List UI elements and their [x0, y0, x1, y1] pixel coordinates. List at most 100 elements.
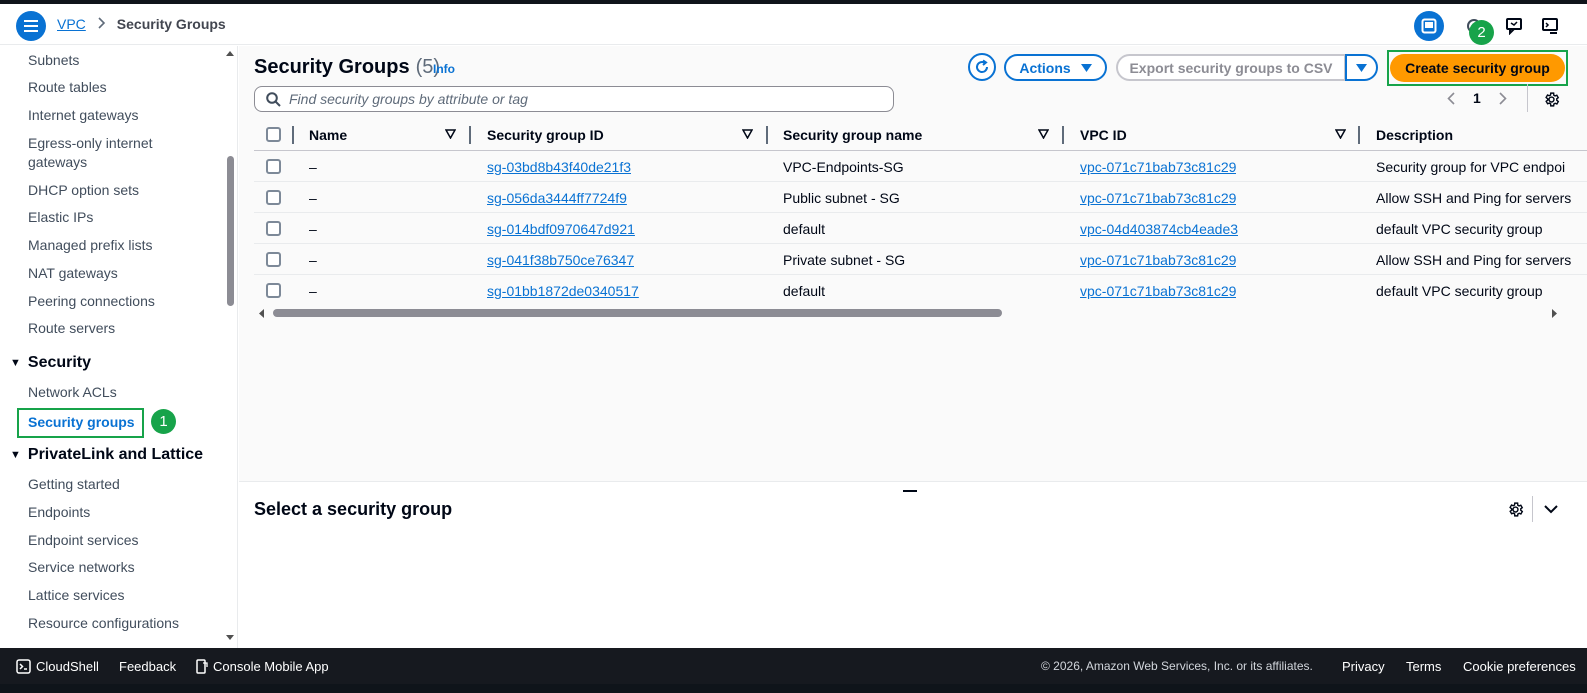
refresh-button[interactable]	[968, 53, 996, 81]
table-row[interactable]: – sg-056da3444ff7724f9 Public subnet - S…	[254, 182, 1587, 213]
select-all-checkbox[interactable]	[266, 127, 281, 142]
console-mobile-app-link[interactable]: Console Mobile App	[196, 659, 329, 674]
nav-item-subnets[interactable]: Subnets	[28, 50, 79, 70]
feedback-icon	[1506, 18, 1522, 35]
sidebar-scrollbar[interactable]	[225, 46, 235, 646]
nav-item-getting-started[interactable]: Getting started	[28, 474, 120, 494]
annotation-badge-2: 2	[1469, 20, 1494, 45]
chevron-left-icon[interactable]	[1447, 91, 1455, 105]
table-scroll-thumb[interactable]	[273, 309, 1002, 317]
export-csv-button[interactable]: Export security groups to CSV	[1116, 54, 1346, 81]
row-checkbox[interactable]	[266, 159, 281, 174]
privacy-link[interactable]: Privacy	[1342, 659, 1385, 674]
sidebar-scroll-thumb[interactable]	[227, 156, 234, 306]
sort-icon[interactable]	[445, 129, 456, 139]
table-row[interactable]: – sg-03bd8b43f40de21f3 VPC-Endpoints-SG …	[254, 151, 1587, 182]
row-checkbox[interactable]	[266, 221, 281, 236]
nav-item-route-servers[interactable]: Route servers	[28, 318, 115, 338]
cell-sg-id-link[interactable]: sg-014bdf0970647d921	[487, 221, 635, 237]
cloudshell-header-icon	[1542, 18, 1558, 34]
terms-link[interactable]: Terms	[1406, 659, 1441, 674]
column-divider	[292, 126, 294, 144]
menu-icon	[24, 20, 38, 32]
export-options-dropdown[interactable]	[1345, 54, 1378, 81]
nav-section-privatelink[interactable]: ▼ PrivateLink and Lattice	[10, 446, 203, 464]
nav-item-nat-gateways[interactable]: NAT gateways	[28, 263, 118, 283]
nav-item-managed-prefix-lists[interactable]: Managed prefix lists	[28, 235, 153, 255]
table-preferences-button[interactable]	[1542, 90, 1560, 108]
table-row[interactable]: – sg-01bb1872de0340517 default vpc-071c7…	[254, 275, 1587, 306]
search-input[interactable]	[289, 91, 879, 107]
create-security-group-button[interactable]: Create security group	[1390, 54, 1565, 82]
cell-vpc-id-link[interactable]: vpc-071c71bab73c81c29	[1080, 283, 1236, 299]
nav-item-dhcp-option-sets[interactable]: DHCP option sets	[28, 180, 139, 200]
nav-item-security-groups[interactable]: Security groups	[17, 408, 144, 438]
actions-dropdown[interactable]: Actions	[1004, 54, 1107, 81]
cell-vpc-id-link[interactable]: vpc-071c71bab73c81c29	[1080, 190, 1236, 206]
cloudshell-header-button[interactable]	[1535, 11, 1565, 41]
nav-item-route-tables[interactable]: Route tables	[28, 77, 107, 97]
column-header-name[interactable]: Name	[309, 127, 347, 143]
nav-item-network-acls[interactable]: Network ACLs	[28, 382, 117, 402]
nav-section-privatelink-label: PrivateLink and Lattice	[27, 446, 204, 463]
caret-down-icon	[1356, 63, 1367, 72]
nav-item-peering-connections[interactable]: Peering connections	[28, 291, 155, 311]
cookie-preferences-link[interactable]: Cookie preferences	[1463, 659, 1576, 674]
nav-item-endpoints[interactable]: Endpoints	[28, 502, 90, 522]
column-header-vpc-id[interactable]: VPC ID	[1080, 127, 1127, 143]
top-navigation: VPC Security Groups 2	[0, 4, 1587, 45]
row-checkbox[interactable]	[266, 190, 281, 205]
cell-name: –	[309, 252, 317, 268]
column-header-sg-id[interactable]: Security group ID	[487, 127, 604, 143]
nav-item-egress-only-line1[interactable]: Egress-only internet	[28, 133, 153, 153]
nav-item-internet-gateways[interactable]: Internet gateways	[28, 105, 139, 125]
feedback-link[interactable]: Feedback	[119, 659, 176, 674]
row-checkbox[interactable]	[266, 252, 281, 267]
cell-description: default VPC security group	[1376, 283, 1543, 299]
divider	[1532, 496, 1533, 522]
column-header-description[interactable]: Description	[1376, 127, 1453, 143]
chevron-down-icon	[1544, 504, 1558, 513]
nav-item-resource-configurations[interactable]: Resource configurations	[28, 613, 179, 633]
cloudshell-button[interactable]: CloudShell	[16, 659, 99, 674]
nav-item-lattice-services[interactable]: Lattice services	[28, 585, 124, 605]
security-groups-panel: Security Groups (5) Info Actions Export s…	[239, 46, 1587, 481]
nav-item-elastic-ips[interactable]: Elastic IPs	[28, 207, 93, 227]
row-checkbox[interactable]	[266, 283, 281, 298]
cell-vpc-id-link[interactable]: vpc-071c71bab73c81c29	[1080, 159, 1236, 175]
pagination: 1	[1447, 90, 1507, 106]
search-field[interactable]	[254, 86, 894, 112]
nav-item-service-networks[interactable]: Service networks	[28, 557, 135, 577]
nav-item-egress-only-line2[interactable]: gateways	[28, 152, 87, 172]
nav-section-security[interactable]: ▼ Security	[10, 354, 91, 372]
cell-sg-id-link[interactable]: sg-041f38b750ce76347	[487, 252, 634, 268]
panel-toggle-button[interactable]	[1414, 11, 1444, 41]
chevron-right-icon[interactable]	[1499, 91, 1507, 105]
split-panel-preferences-button[interactable]	[1506, 500, 1524, 518]
breadcrumb-vpc-link[interactable]: VPC	[57, 16, 86, 32]
nav-item-endpoint-services[interactable]: Endpoint services	[28, 530, 139, 550]
split-panel-resize-handle[interactable]	[903, 490, 917, 492]
cell-sg-id-link[interactable]: sg-01bb1872de0340517	[487, 283, 639, 299]
cell-vpc-id-link[interactable]: vpc-071c71bab73c81c29	[1080, 252, 1236, 268]
info-link[interactable]: Info	[433, 62, 455, 76]
cell-sg-id-link[interactable]: sg-03bd8b43f40de21f3	[487, 159, 631, 175]
navigation-menu-button[interactable]	[16, 11, 46, 41]
cell-sg-name: Private subnet - SG	[783, 252, 906, 268]
page-number[interactable]: 1	[1473, 90, 1481, 106]
feedback-button[interactable]	[1499, 11, 1529, 41]
cell-vpc-id-link[interactable]: vpc-04d403874cb4eade3	[1080, 221, 1238, 237]
scroll-arrow-icon	[259, 309, 264, 318]
actions-label: Actions	[1019, 59, 1071, 76]
page-title-text: Security Groups	[254, 56, 410, 78]
table-row[interactable]: – sg-014bdf0970647d921 default vpc-04d40…	[254, 213, 1587, 244]
cell-name: –	[309, 221, 317, 237]
split-panel-collapse-button[interactable]	[1542, 500, 1560, 518]
column-header-sg-name[interactable]: Security group name	[783, 127, 922, 143]
sort-icon[interactable]	[742, 129, 753, 139]
column-divider	[469, 126, 471, 144]
sort-icon[interactable]	[1335, 129, 1346, 139]
table-row[interactable]: – sg-041f38b750ce76347 Private subnet - …	[254, 244, 1587, 275]
sort-icon[interactable]	[1038, 129, 1049, 139]
cell-sg-id-link[interactable]: sg-056da3444ff7724f9	[487, 190, 627, 206]
